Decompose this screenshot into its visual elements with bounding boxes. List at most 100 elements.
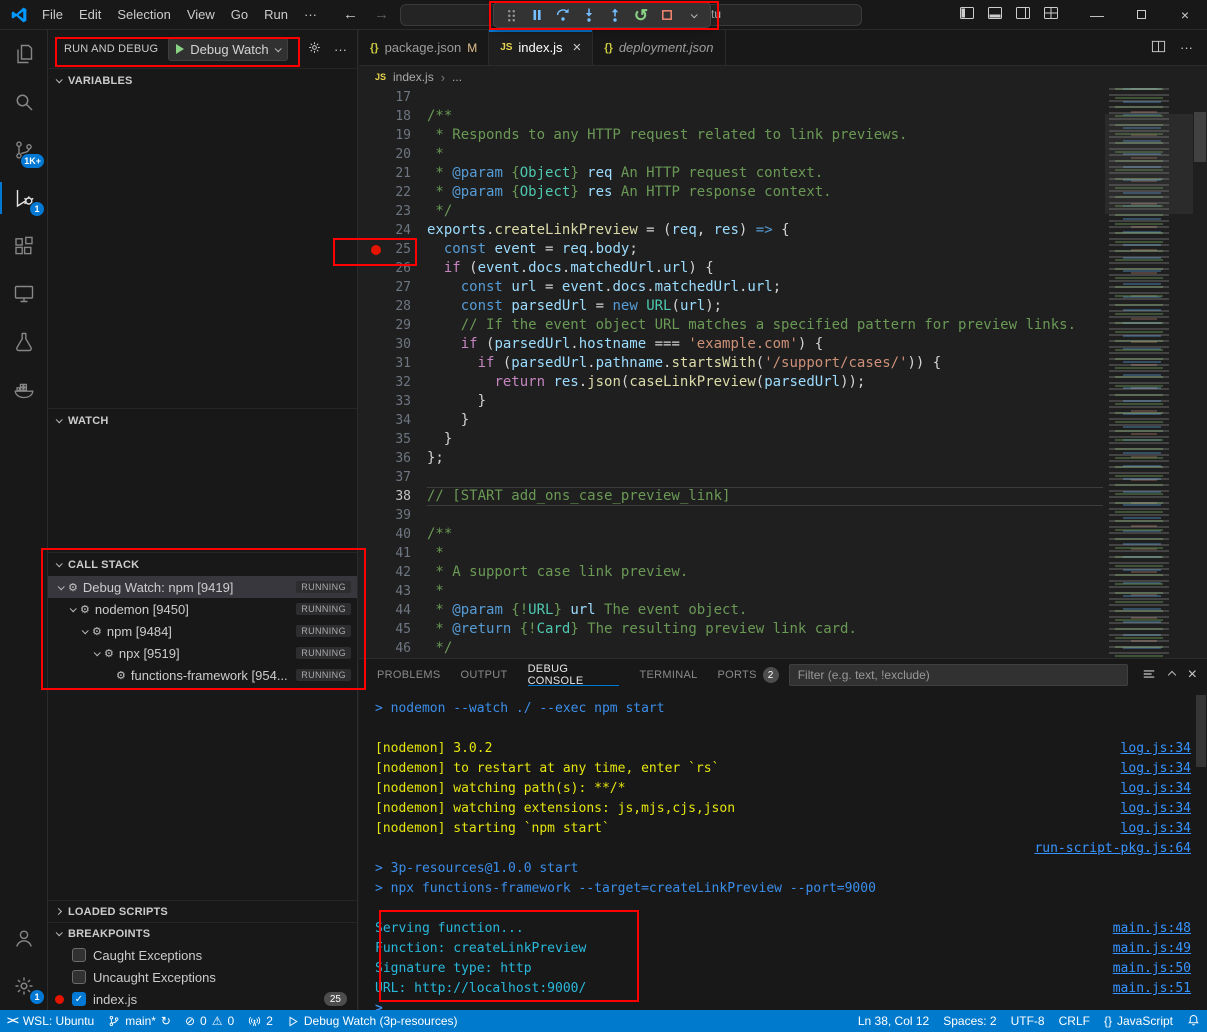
start-debugging-icon[interactable] — [176, 44, 184, 54]
eol-setting[interactable]: CRLF — [1052, 1014, 1097, 1028]
panel-tab-ports[interactable]: PORTS2 — [708, 659, 789, 691]
panel-menu-icon[interactable] — [1142, 667, 1156, 684]
panel-tab-problems[interactable]: PROBLEMS — [367, 659, 451, 691]
line-number[interactable]: 31 — [359, 354, 427, 373]
code-line-24[interactable]: 24exports.createLinkPreview = (req, res)… — [359, 221, 1103, 240]
code-line-35[interactable]: 35 } — [359, 430, 1103, 449]
scrollbar-thumb[interactable] — [1194, 112, 1206, 162]
close-window-button[interactable]: × — [1163, 0, 1207, 30]
code-line-28[interactable]: 28 const parsedUrl = new URL(url); — [359, 297, 1103, 316]
encoding-setting[interactable]: UTF-8 — [1004, 1014, 1052, 1028]
menu-file[interactable]: File — [34, 0, 71, 30]
chevron-down-icon[interactable] — [58, 583, 65, 590]
step-out-button[interactable] — [602, 3, 628, 27]
breakpoint-checkbox[interactable]: ✓ — [72, 992, 86, 1006]
source-link[interactable]: log.js:34 — [1121, 819, 1191, 839]
call-stack-item[interactable]: ⚙npx [9519]RUNNING — [48, 642, 357, 664]
line-number[interactable]: 34 — [359, 411, 427, 430]
pause-button[interactable] — [524, 3, 550, 27]
stop-button[interactable] — [654, 3, 680, 27]
code-line-42[interactable]: 42 * A support case link preview. — [359, 563, 1103, 582]
console-filter-input[interactable] — [789, 664, 1128, 686]
debug-console-output[interactable]: > nodemon --watch ./ --exec npm start[no… — [359, 691, 1207, 1010]
call-stack-item[interactable]: ⚙npm [9484]RUNNING — [48, 620, 357, 642]
code-line-23[interactable]: 23 */ — [359, 202, 1103, 221]
menu-go[interactable]: Go — [223, 0, 256, 30]
toggle-secondary-sidebar-icon[interactable] — [1015, 5, 1031, 24]
editor-more-actions-icon[interactable]: ··· — [1180, 40, 1193, 55]
code-line-37[interactable]: 37 — [359, 468, 1103, 487]
activity-settings-button[interactable]: 1 — [0, 962, 48, 1010]
code-line-46[interactable]: 46 */ — [359, 639, 1103, 658]
minimize-button[interactable]: — — [1075, 0, 1119, 30]
source-link[interactable]: log.js:34 — [1121, 759, 1191, 779]
menu-view[interactable]: View — [179, 0, 223, 30]
launch-configuration-select[interactable]: Debug Watch — [168, 37, 287, 61]
line-number[interactable]: 29 — [359, 316, 427, 335]
breakpoint-checkbox[interactable] — [72, 970, 86, 984]
forwarded-ports-status[interactable]: 2 — [241, 1010, 280, 1032]
call-stack-item[interactable]: ⚙nodemon [9450]RUNNING — [48, 598, 357, 620]
breakpoint-item[interactable]: ✓index.js25 — [48, 988, 357, 1010]
activity-testing-button[interactable] — [0, 318, 48, 366]
code-line-18[interactable]: 18/** — [359, 107, 1103, 126]
call-stack-item[interactable]: ⚙Debug Watch: npm [9419]RUNNING — [48, 576, 357, 598]
back-arrow-icon[interactable]: ← — [343, 6, 358, 23]
customize-layout-icon[interactable] — [1043, 5, 1059, 24]
code-line-17[interactable]: 17 — [359, 88, 1103, 107]
line-number[interactable]: 18 — [359, 107, 427, 126]
menu-run[interactable]: Run — [256, 0, 296, 30]
menu-edit[interactable]: Edit — [71, 0, 109, 30]
activity-extensions-button[interactable] — [0, 222, 48, 270]
line-number[interactable]: 37 — [359, 468, 427, 487]
source-link[interactable]: log.js:34 — [1121, 739, 1191, 759]
tab-index.js[interactable]: JSindex.js× — [489, 30, 593, 65]
source-link[interactable]: log.js:34 — [1121, 779, 1191, 799]
line-number[interactable]: 17 — [359, 88, 427, 107]
section-breakpoints[interactable]: BREAKPOINTS — [48, 922, 357, 944]
source-link[interactable]: log.js:34 — [1121, 799, 1191, 819]
line-number[interactable]: 27 — [359, 278, 427, 297]
line-number[interactable]: 33 — [359, 392, 427, 411]
panel-scrollbar-thumb[interactable] — [1196, 695, 1206, 767]
code-line-43[interactable]: 43 * — [359, 582, 1103, 601]
line-number[interactable]: 40 — [359, 525, 427, 544]
panel-tab-terminal[interactable]: TERMINAL — [629, 659, 707, 691]
line-number[interactable]: 41 — [359, 544, 427, 563]
section-variables[interactable]: VARIABLES — [48, 68, 357, 92]
code-line-32[interactable]: 32 return res.json(caseLinkPreview(parse… — [359, 373, 1103, 392]
section-loaded-scripts[interactable]: LOADED SCRIPTS — [48, 900, 357, 922]
line-number[interactable]: 23 — [359, 202, 427, 221]
code-line-36[interactable]: 36}; — [359, 449, 1103, 468]
step-into-button[interactable] — [576, 3, 602, 27]
line-number[interactable]: 19 — [359, 126, 427, 145]
close-panel-icon[interactable]: × — [1188, 667, 1197, 683]
line-number[interactable]: 26 — [359, 259, 427, 278]
panel-tab-output[interactable]: OUTPUT — [451, 659, 518, 691]
breadcrumb-symbol[interactable]: ... — [452, 70, 462, 84]
editor-scrollbar[interactable] — [1193, 88, 1207, 658]
menu-selection[interactable]: Selection — [109, 0, 178, 30]
split-editor-icon[interactable] — [1151, 39, 1166, 57]
code-line-45[interactable]: 45 * @return {!Card} The resulting previ… — [359, 620, 1103, 639]
minimap-viewport[interactable] — [1105, 114, 1193, 214]
breadcrumb-file[interactable]: index.js — [393, 70, 434, 84]
panel-tab-debug-console[interactable]: DEBUG CONSOLE — [518, 659, 630, 691]
forward-arrow-icon[interactable]: → — [374, 6, 389, 23]
breakpoint-checkbox[interactable] — [72, 948, 86, 962]
chevron-down-icon[interactable] — [94, 649, 101, 656]
git-branch-status[interactable]: main* ↻ — [101, 1010, 178, 1032]
code-editor[interactable]: 1718/**19 * Responds to any HTTP request… — [359, 88, 1207, 658]
activity-source-control-button[interactable]: 1K+ — [0, 126, 48, 174]
line-number[interactable]: 21 — [359, 164, 427, 183]
breakpoint-item[interactable]: Uncaught Exceptions — [48, 966, 357, 988]
indentation-setting[interactable]: Spaces: 2 — [936, 1014, 1003, 1028]
code-line-39[interactable]: 39 — [359, 506, 1103, 525]
call-stack-item[interactable]: ⚙functions-framework [954...RUNNING — [48, 664, 357, 686]
line-number[interactable]: 45 — [359, 620, 427, 639]
remote-indicator[interactable]: >< WSL: Ubuntu — [0, 1010, 101, 1032]
code-line-44[interactable]: 44 * @param {!URL} url The event object. — [359, 601, 1103, 620]
toggle-panel-icon[interactable] — [987, 5, 1003, 24]
debug-toolbar-more-button[interactable] — [680, 3, 706, 27]
restart-button[interactable]: ↺ — [628, 3, 654, 27]
